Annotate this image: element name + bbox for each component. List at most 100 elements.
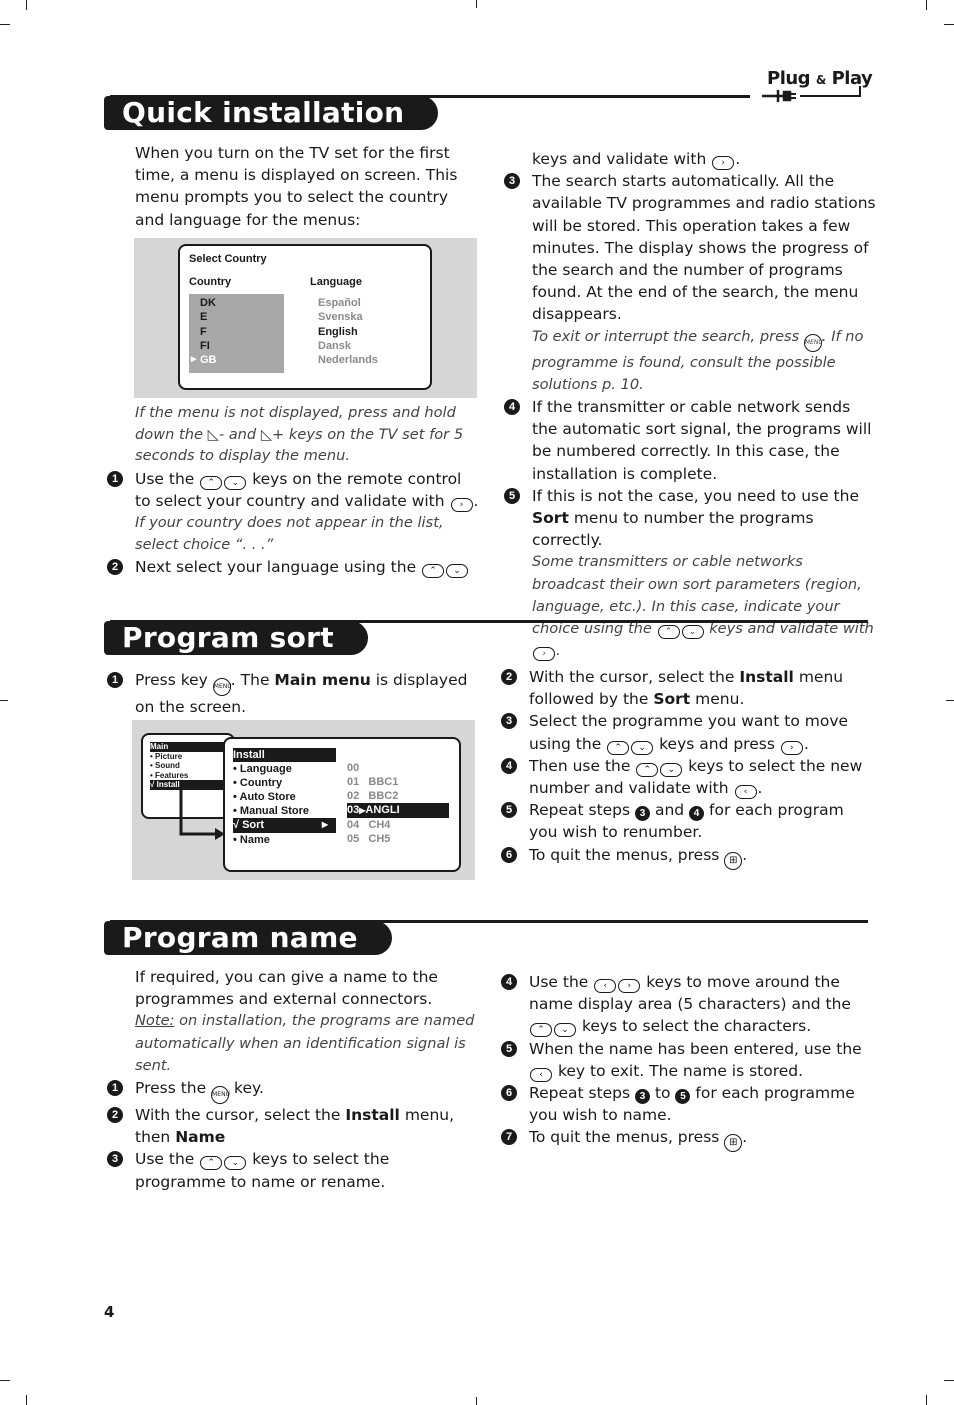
crop-mark [0, 1380, 10, 1381]
step-2: 2 With the cursor, select the Install me… [501, 666, 874, 710]
language-column-header: Language [310, 276, 362, 288]
step-6: 6 Repeat steps 3 to 5 for each programme… [501, 1082, 874, 1126]
step-number-5: 5 [501, 802, 517, 819]
step-ref-4: 4 [689, 806, 705, 822]
step-3: 3 Select the programme you want to move … [501, 710, 874, 755]
note-text: on installation, the programs are named … [135, 1012, 475, 1074]
country-option[interactable]: FI [200, 339, 217, 353]
intro-text: If required, you can give a name to the … [135, 968, 438, 1009]
step-number-2: 2 [107, 559, 123, 576]
right-key-icon: › [780, 740, 803, 755]
program-name: CH5 [368, 833, 391, 846]
step-text: key. [234, 1079, 264, 1098]
country-option[interactable]: F [200, 325, 217, 339]
install-menu-item-selected[interactable]: √ Sort ▶ [233, 818, 336, 833]
menu-not-displayed-note: If the menu is not displayed, press and … [135, 404, 464, 464]
program-list[interactable]: 00 01 BBC1 02 BBC2 03▶ANGLI 04 CH4 05 CH… [347, 761, 449, 847]
language-option[interactable]: Nederlands [318, 353, 378, 367]
country-list[interactable]: DK E F FI GB ▶ [189, 294, 284, 373]
crop-mark [944, 1380, 954, 1381]
step-number-1: 1 [107, 672, 123, 688]
install-menu-label: Install [345, 1106, 400, 1125]
program-number: 04 [347, 819, 360, 832]
step-1: 1 Press key MENU. The Main menu is displ… [107, 669, 475, 718]
step-text: keys and validate with [532, 150, 707, 168]
select-country-screen: Select Country Country Language DK E F F… [178, 244, 432, 390]
step-text: menu to number the programs correctly. [532, 509, 814, 550]
language-option[interactable]: Svenska [318, 310, 378, 324]
step-number-4: 4 [501, 757, 517, 774]
program-name: BBC1 [368, 776, 399, 789]
page-number: 4 [104, 1303, 115, 1321]
step-number-1: 1 [107, 1080, 123, 1097]
mini-menu-item[interactable]: • Picture [150, 752, 226, 762]
step-3: 3 The search starts automatically. All t… [504, 170, 877, 396]
step-text: Press the [135, 1079, 207, 1098]
step-number-6: 6 [501, 846, 517, 863]
step-4: 4 If the transmitter or cable network se… [504, 396, 877, 485]
language-option[interactable]: Español [318, 296, 378, 310]
menu-key-icon: MENU [211, 1086, 230, 1105]
screen-heading: Select Country [189, 253, 267, 265]
menu-key-icon: MENU [212, 678, 232, 696]
step-note: To exit or interrupt the search, press [532, 327, 800, 345]
install-menu-screen: Install • Language • Country • Auto Stor… [223, 737, 461, 872]
language-option-selected[interactable]: English [318, 325, 378, 339]
program-row[interactable]: 02 BBC2 [347, 789, 449, 803]
install-menu-item[interactable]: • Name [233, 833, 336, 847]
step-number-2: 2 [501, 669, 517, 685]
install-menu-item[interactable]: • Manual Store [233, 804, 336, 818]
step-text: The search starts automatically. All the… [532, 172, 876, 324]
tv-key-icon: ⊞ [724, 1134, 743, 1153]
step-7: 7 To quit the menus, press ⊞. [501, 1126, 874, 1153]
plug-icon [762, 86, 861, 102]
program-row-selected[interactable]: 03▶ANGLI [347, 803, 449, 819]
up-key-icon: ⌃ [607, 740, 630, 755]
sort-menu-label: Sort [532, 509, 569, 528]
mini-menu-item[interactable]: • Sound [150, 761, 226, 771]
crop-mark [26, 1395, 27, 1405]
down-key-icon: ⌄ [681, 625, 704, 640]
program-row[interactable]: 05 CH5 [347, 832, 449, 846]
install-menu-item[interactable]: • Country [233, 776, 336, 790]
step-number-4: 4 [501, 974, 517, 990]
intro-text: When you turn on the TV set for the firs… [135, 144, 458, 229]
section-title-program-sort: Program sort [104, 621, 368, 655]
right-key-icon: › [533, 647, 555, 662]
step-text: With the cursor, select the [135, 1106, 341, 1125]
step-number-4: 4 [504, 399, 520, 416]
program-row[interactable]: 01 BBC1 [347, 775, 449, 789]
step-text: keys to select the characters. [581, 1017, 812, 1036]
step-text: Repeat steps [529, 801, 631, 820]
step-6: 6 To quit the menus, press ⊞. [501, 844, 874, 870]
language-list[interactable]: Español Svenska English Dansk Nederlands [318, 296, 378, 367]
step-text: key to exit. The name is stored. [557, 1061, 804, 1080]
tv-key-icon: ⊞ [724, 851, 743, 870]
crop-mark [26, 0, 27, 10]
step-text: and [654, 801, 685, 820]
crop-mark [946, 700, 954, 701]
install-menu-item[interactable]: • Language [233, 762, 336, 776]
section-title-quick-installation: Quick installation [104, 96, 439, 130]
step-text: to [654, 1084, 671, 1103]
step-number-5: 5 [501, 1040, 517, 1057]
program-number: 01 [347, 776, 360, 789]
language-option[interactable]: Dansk [318, 339, 378, 353]
install-menu-item[interactable]: • Auto Store [233, 790, 336, 804]
quick-left-steps: If the menu is not displayed, press and … [107, 402, 480, 579]
mini-menu-item[interactable]: • Features [150, 771, 226, 781]
step-1: 1 Use the ⌃ ⌄ keys on the remote control … [107, 468, 480, 557]
country-option[interactable]: DK [200, 296, 217, 310]
name-right-column: 4 Use the ‹ › keys to move around the nam… [501, 971, 874, 1153]
program-row[interactable]: 04 CH4 [347, 818, 449, 832]
program-name: CH4 [368, 819, 391, 832]
country-option-selected[interactable]: GB [200, 353, 217, 367]
right-key-icon: › [450, 497, 473, 512]
up-key-icon: ⌃ [422, 564, 445, 579]
up-key-icon: ⌃ [636, 762, 659, 777]
down-key-icon: ⌄ [446, 564, 469, 579]
step-3: 3 Use the ⌃ ⌄ keys to select the programm… [107, 1148, 480, 1192]
mini-menu-item-selected[interactable]: √ Install [150, 780, 226, 790]
program-row[interactable]: 00 [347, 761, 449, 775]
country-option[interactable]: E [200, 310, 217, 324]
